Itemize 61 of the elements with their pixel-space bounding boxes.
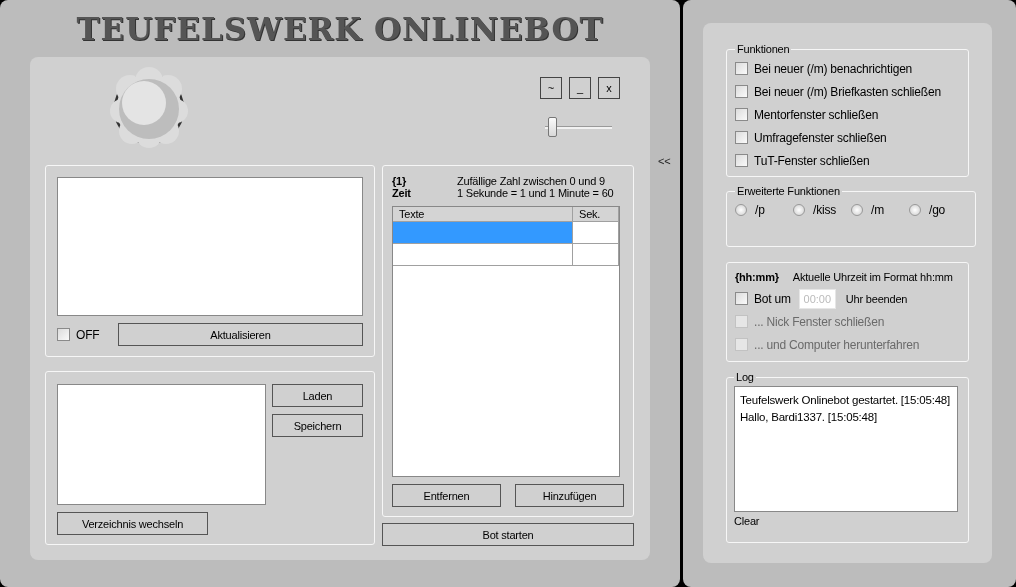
checkbox-label: Bei neuer (/m) benachrichtigen — [754, 61, 913, 76]
checkbox-label: Bei neuer (/m) Briefkasten schließen — [754, 84, 941, 99]
checkbox-label: OFF — [76, 327, 100, 342]
token-description: Zufällige Zahl zwischen 0 und 9 — [457, 175, 606, 187]
refresh-button[interactable]: Aktualisieren — [118, 323, 363, 346]
app-title: TEUFELSWERK ONLINEBOT — [76, 10, 604, 47]
checkbox-label: Umfragefenster schließen — [754, 130, 887, 145]
radio-label: /go — [929, 203, 946, 217]
collapse-button[interactable]: << — [658, 155, 671, 169]
radio-label: /m — [871, 203, 884, 217]
placeholder-token: {hh:mm} — [735, 271, 779, 283]
checkbox[interactable] — [57, 328, 70, 341]
window-button[interactable]: ~ — [540, 77, 562, 99]
checkbox-label: ... Nick Fenster schließen — [754, 314, 885, 329]
checkbox-label: Uhr beenden — [845, 292, 908, 305]
placeholder-token: Zeit — [392, 187, 412, 199]
checkbox[interactable] — [735, 62, 748, 75]
checkbox[interactable] — [735, 85, 748, 98]
slider-thumb[interactable] — [547, 117, 557, 137]
file-button[interactable]: Speichern — [272, 414, 363, 437]
start-button[interactable]: Bot starten — [382, 523, 634, 546]
table-cell[interactable] — [393, 244, 573, 266]
radio-button[interactable] — [793, 204, 805, 216]
table-button[interactable]: Entfernen — [392, 484, 501, 507]
checkbox-label: Mentorfenster schließen — [754, 107, 879, 122]
checkbox-label: TuT-Fenster schließen — [754, 153, 870, 168]
radio-label: /p — [755, 203, 765, 217]
token-description: Aktuelle Uhrzeit im Format hh:mm — [792, 271, 953, 283]
checkbox[interactable] — [735, 131, 748, 144]
file-list[interactable] — [57, 384, 266, 505]
time-field[interactable]: 00:00 — [798, 288, 836, 309]
checkbox[interactable] — [735, 292, 748, 305]
table-cell[interactable] — [393, 222, 573, 244]
clear-link[interactable]: Clear — [734, 515, 760, 527]
group-title: Erweiterte Funktionen — [736, 185, 841, 197]
change-directory-button[interactable]: Verzeichnis wechseln — [57, 512, 208, 535]
group-title: Log — [735, 371, 755, 383]
table-cell[interactable] — [573, 222, 619, 244]
zoom-slider[interactable] — [545, 117, 612, 137]
text-area[interactable] — [57, 177, 363, 316]
radio-button[interactable] — [909, 204, 921, 216]
radio-label: /kiss — [813, 203, 836, 217]
window-button[interactable]: x — [598, 77, 620, 99]
placeholder-token: {1} — [392, 175, 408, 187]
checkbox-label: Bot um — [754, 291, 791, 306]
table-cell[interactable] — [573, 244, 619, 266]
log-line: Hallo, Bardi1337. [15:05:48] — [740, 410, 878, 425]
radio-button[interactable] — [851, 204, 863, 216]
window-button[interactable]: _ — [569, 77, 591, 99]
checkbox[interactable] — [735, 108, 748, 121]
column-header[interactable]: Sek. — [573, 207, 619, 222]
cloud-icon — [108, 65, 190, 151]
token-description: 1 Sekunde = 1 und 1 Minute = 60 — [457, 187, 615, 199]
checkbox-label: ... und Computer herunterfahren — [754, 337, 920, 352]
radio-button[interactable] — [735, 204, 747, 216]
table-button[interactable]: Hinzufügen — [515, 484, 624, 507]
file-button[interactable]: Laden — [272, 384, 363, 407]
group-title: Funktionen — [736, 43, 791, 55]
log-line: Teufelswerk Onlinebot gestartet. [15:05:48] — [740, 393, 952, 408]
checkbox[interactable] — [735, 154, 748, 167]
column-header[interactable]: Texte — [393, 207, 573, 222]
